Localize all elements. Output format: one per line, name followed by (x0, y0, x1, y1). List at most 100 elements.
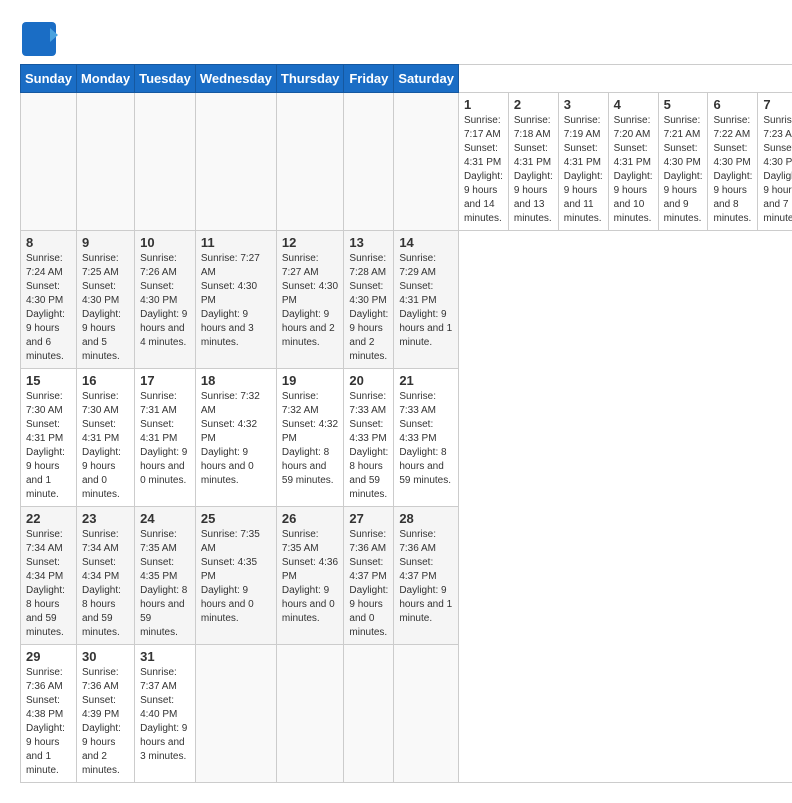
day-info: Sunrise: 7:36 AMSunset: 4:39 PMDaylight:… (82, 666, 129, 778)
calendar-day-cell: 16 Sunrise: 7:30 AMSunset: 4:31 PMDaylig… (76, 369, 134, 507)
calendar-day-cell: 9 Sunrise: 7:25 AMSunset: 4:30 PMDayligh… (76, 231, 134, 369)
calendar-table: SundayMondayTuesdayWednesdayThursdayFrid… (20, 64, 792, 783)
day-info: Sunrise: 7:33 AMSunset: 4:33 PMDaylight:… (399, 390, 453, 488)
calendar-day-cell: 21 Sunrise: 7:33 AMSunset: 4:33 PMDaylig… (394, 369, 459, 507)
day-info: Sunrise: 7:24 AMSunset: 4:30 PMDaylight:… (26, 252, 71, 364)
calendar-day-cell: 6 Sunrise: 7:22 AMSunset: 4:30 PMDayligh… (708, 93, 758, 231)
day-info: Sunrise: 7:27 AMSunset: 4:30 PMDaylight:… (282, 252, 339, 350)
calendar-day-cell: 8 Sunrise: 7:24 AMSunset: 4:30 PMDayligh… (21, 231, 77, 369)
day-number: 5 (664, 97, 703, 112)
empty-calendar-cell (195, 93, 276, 231)
logo-icon (20, 20, 58, 58)
calendar-day-cell: 17 Sunrise: 7:31 AMSunset: 4:31 PMDaylig… (135, 369, 196, 507)
calendar-day-cell: 3 Sunrise: 7:19 AMSunset: 4:31 PMDayligh… (558, 93, 608, 231)
calendar-day-cell: 1 Sunrise: 7:17 AMSunset: 4:31 PMDayligh… (458, 93, 508, 231)
day-info: Sunrise: 7:23 AMSunset: 4:30 PMDaylight:… (763, 114, 792, 226)
day-number: 24 (140, 511, 190, 526)
calendar-day-cell: 29 Sunrise: 7:36 AMSunset: 4:38 PMDaylig… (21, 645, 77, 783)
calendar-day-cell: 7 Sunrise: 7:23 AMSunset: 4:30 PMDayligh… (758, 93, 792, 231)
day-number: 15 (26, 373, 71, 388)
calendar-day-cell: 4 Sunrise: 7:20 AMSunset: 4:31 PMDayligh… (608, 93, 658, 231)
calendar-day-cell: 27 Sunrise: 7:36 AMSunset: 4:37 PMDaylig… (344, 507, 394, 645)
day-number: 23 (82, 511, 129, 526)
calendar-day-cell: 19 Sunrise: 7:32 AMSunset: 4:32 PMDaylig… (276, 369, 344, 507)
calendar-day-cell: 23 Sunrise: 7:34 AMSunset: 4:34 PMDaylig… (76, 507, 134, 645)
empty-calendar-cell (394, 93, 459, 231)
day-number: 29 (26, 649, 71, 664)
calendar-day-cell: 13 Sunrise: 7:28 AMSunset: 4:30 PMDaylig… (344, 231, 394, 369)
calendar-day-cell: 2 Sunrise: 7:18 AMSunset: 4:31 PMDayligh… (508, 93, 558, 231)
day-number: 13 (349, 235, 388, 250)
page-header (20, 20, 772, 58)
day-number: 26 (282, 511, 339, 526)
day-info: Sunrise: 7:18 AMSunset: 4:31 PMDaylight:… (514, 114, 553, 226)
day-number: 16 (82, 373, 129, 388)
day-info: Sunrise: 7:31 AMSunset: 4:31 PMDaylight:… (140, 390, 190, 488)
day-info: Sunrise: 7:32 AMSunset: 4:32 PMDaylight:… (201, 390, 271, 488)
day-info: Sunrise: 7:21 AMSunset: 4:30 PMDaylight:… (664, 114, 703, 226)
day-number: 9 (82, 235, 129, 250)
day-info: Sunrise: 7:30 AMSunset: 4:31 PMDaylight:… (82, 390, 129, 502)
calendar-day-cell: 5 Sunrise: 7:21 AMSunset: 4:30 PMDayligh… (658, 93, 708, 231)
day-number: 17 (140, 373, 190, 388)
day-number: 12 (282, 235, 339, 250)
calendar-day-cell: 20 Sunrise: 7:33 AMSunset: 4:33 PMDaylig… (344, 369, 394, 507)
day-info: Sunrise: 7:25 AMSunset: 4:30 PMDaylight:… (82, 252, 129, 364)
day-of-week-header: Thursday (276, 65, 344, 93)
calendar-day-cell: 26 Sunrise: 7:35 AMSunset: 4:36 PMDaylig… (276, 507, 344, 645)
day-info: Sunrise: 7:35 AMSunset: 4:35 PMDaylight:… (201, 528, 271, 626)
day-number: 6 (713, 97, 752, 112)
calendar-day-cell: 25 Sunrise: 7:35 AMSunset: 4:35 PMDaylig… (195, 507, 276, 645)
day-number: 4 (614, 97, 653, 112)
day-info: Sunrise: 7:33 AMSunset: 4:33 PMDaylight:… (349, 390, 388, 502)
day-number: 8 (26, 235, 71, 250)
day-info: Sunrise: 7:28 AMSunset: 4:30 PMDaylight:… (349, 252, 388, 364)
calendar-day-cell: 14 Sunrise: 7:29 AMSunset: 4:31 PMDaylig… (394, 231, 459, 369)
day-of-week-header: Monday (76, 65, 134, 93)
day-number: 20 (349, 373, 388, 388)
empty-calendar-cell (394, 645, 459, 783)
day-info: Sunrise: 7:22 AMSunset: 4:30 PMDaylight:… (713, 114, 752, 226)
day-info: Sunrise: 7:35 AMSunset: 4:36 PMDaylight:… (282, 528, 339, 626)
day-info: Sunrise: 7:36 AMSunset: 4:38 PMDaylight:… (26, 666, 71, 778)
calendar-day-cell: 24 Sunrise: 7:35 AMSunset: 4:35 PMDaylig… (135, 507, 196, 645)
day-info: Sunrise: 7:27 AMSunset: 4:30 PMDaylight:… (201, 252, 271, 350)
calendar-day-cell: 31 Sunrise: 7:37 AMSunset: 4:40 PMDaylig… (135, 645, 196, 783)
calendar-day-cell: 22 Sunrise: 7:34 AMSunset: 4:34 PMDaylig… (21, 507, 77, 645)
day-number: 18 (201, 373, 271, 388)
day-number: 7 (763, 97, 792, 112)
day-number: 1 (464, 97, 503, 112)
day-number: 21 (399, 373, 453, 388)
day-info: Sunrise: 7:34 AMSunset: 4:34 PMDaylight:… (82, 528, 129, 640)
day-info: Sunrise: 7:26 AMSunset: 4:30 PMDaylight:… (140, 252, 190, 350)
empty-calendar-cell (276, 93, 344, 231)
day-number: 31 (140, 649, 190, 664)
day-of-week-header: Wednesday (195, 65, 276, 93)
day-info: Sunrise: 7:20 AMSunset: 4:31 PMDaylight:… (614, 114, 653, 226)
day-number: 27 (349, 511, 388, 526)
day-number: 10 (140, 235, 190, 250)
day-number: 22 (26, 511, 71, 526)
day-of-week-header: Friday (344, 65, 394, 93)
day-info: Sunrise: 7:35 AMSunset: 4:35 PMDaylight:… (140, 528, 190, 640)
day-number: 14 (399, 235, 453, 250)
empty-calendar-cell (76, 93, 134, 231)
calendar-week-row: 8 Sunrise: 7:24 AMSunset: 4:30 PMDayligh… (21, 231, 792, 369)
empty-calendar-cell (344, 645, 394, 783)
day-info: Sunrise: 7:32 AMSunset: 4:32 PMDaylight:… (282, 390, 339, 488)
calendar-day-cell: 15 Sunrise: 7:30 AMSunset: 4:31 PMDaylig… (21, 369, 77, 507)
calendar-day-cell: 30 Sunrise: 7:36 AMSunset: 4:39 PMDaylig… (76, 645, 134, 783)
calendar-week-row: 29 Sunrise: 7:36 AMSunset: 4:38 PMDaylig… (21, 645, 792, 783)
calendar-day-cell: 12 Sunrise: 7:27 AMSunset: 4:30 PMDaylig… (276, 231, 344, 369)
day-info: Sunrise: 7:36 AMSunset: 4:37 PMDaylight:… (399, 528, 453, 626)
calendar-day-cell: 18 Sunrise: 7:32 AMSunset: 4:32 PMDaylig… (195, 369, 276, 507)
day-of-week-header: Tuesday (135, 65, 196, 93)
calendar-day-cell: 11 Sunrise: 7:27 AMSunset: 4:30 PMDaylig… (195, 231, 276, 369)
day-info: Sunrise: 7:36 AMSunset: 4:37 PMDaylight:… (349, 528, 388, 640)
calendar-day-cell: 10 Sunrise: 7:26 AMSunset: 4:30 PMDaylig… (135, 231, 196, 369)
day-number: 2 (514, 97, 553, 112)
logo (20, 20, 62, 58)
empty-calendar-cell (135, 93, 196, 231)
day-info: Sunrise: 7:37 AMSunset: 4:40 PMDaylight:… (140, 666, 190, 764)
day-of-week-header: Sunday (21, 65, 77, 93)
